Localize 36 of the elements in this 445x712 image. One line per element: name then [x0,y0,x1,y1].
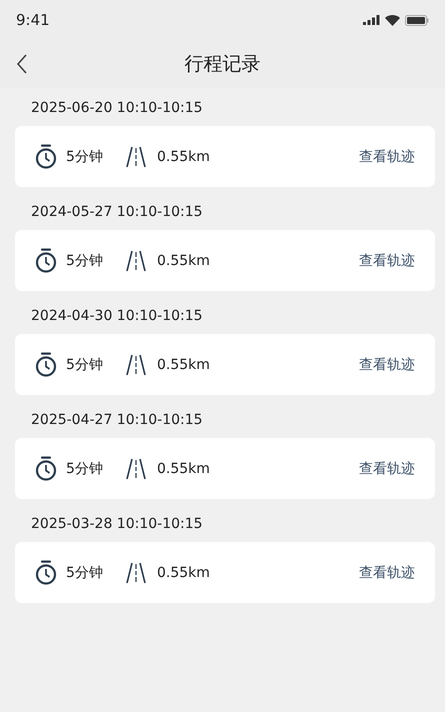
view-track-link[interactable]: 查看轨迹 [359,252,415,270]
road-icon [126,458,146,480]
road-icon [126,250,146,272]
road-icon [126,146,146,168]
stopwatch-icon [35,352,57,377]
signal-icon [363,15,380,25]
view-track-link[interactable]: 查看轨迹 [359,148,415,166]
road-icon [126,562,146,584]
view-track-link[interactable]: 查看轨迹 [359,564,415,582]
stopwatch-icon [35,144,57,169]
duration-text: 5分钟 [66,148,104,166]
duration-text: 5分钟 [66,460,104,478]
distance-text: 0.55km [157,148,210,164]
distance-text: 0.55km [157,252,210,268]
distance-text: 0.55km [157,356,210,372]
distance-text: 0.55km [157,564,210,580]
battery-icon [405,14,429,26]
trip-date: 2025-04-27 10:10-10:15 [30,411,204,430]
view-track-link[interactable]: 查看轨迹 [359,356,415,374]
page-title: 行程记录 [184,52,260,77]
view-track-link[interactable]: 查看轨迹 [359,460,415,478]
stopwatch-icon [35,560,57,585]
trip-date: 2024-05-27 10:10-10:15 [30,203,204,222]
status-time: 9:41 [16,11,50,29]
duration-text: 5分钟 [66,252,104,270]
duration-text: 5分钟 [66,356,104,374]
trip-date: 2025-03-28 10:10-10:15 [30,515,204,534]
trip-date: 2024-04-30 10:10-10:15 [30,307,204,326]
road-icon [126,354,146,376]
back-icon[interactable] [16,54,28,74]
duration-text: 5分钟 [66,564,104,582]
wifi-icon [385,14,400,26]
stopwatch-icon [35,248,57,273]
trip-date: 2025-06-20 10:10-10:15 [30,99,204,118]
stopwatch-icon [35,456,57,481]
distance-text: 0.55km [157,460,210,476]
